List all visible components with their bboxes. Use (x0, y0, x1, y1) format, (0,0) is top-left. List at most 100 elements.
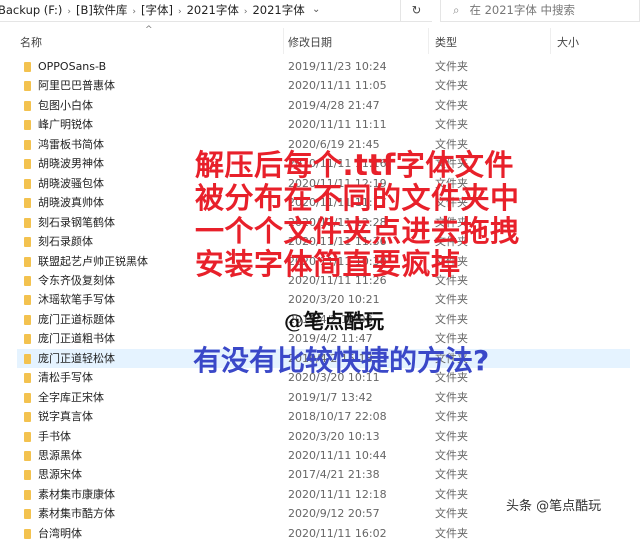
folder-icon (24, 198, 31, 209)
folder-icon (24, 489, 31, 500)
folder-icon (24, 451, 31, 461)
chevron-down-icon[interactable]: ⌄ (312, 0, 320, 20)
file-date: 2020/11/11 16:02 (288, 526, 387, 540)
file-row[interactable]: 包图小白体 2019/4/28 21:47 文件夹 (17, 96, 630, 115)
file-name: 清松手写体 (38, 371, 93, 385)
sort-caret-icon: ^ (145, 25, 153, 35)
file-type: 文件夹 (435, 468, 468, 482)
folder-icon (24, 139, 31, 150)
file-name: 素材集市酷方体 (38, 507, 115, 521)
folder-icon (24, 275, 31, 286)
file-row[interactable]: 峰广明锐体 2020/11/11 11:11 文件夹 (17, 115, 630, 134)
chevron-right-icon: › (177, 7, 182, 17)
file-row[interactable]: 手书体 2020/3/20 10:13 文件夹 (17, 427, 630, 446)
folder-icon (24, 217, 31, 228)
file-name: 胡晓波男神体 (38, 157, 104, 171)
column-divider[interactable] (550, 28, 551, 54)
file-date: 2020/11/11 10:44 (288, 449, 387, 462)
file-type: 文件夹 (435, 118, 468, 132)
file-name: 庞门正道粗书体 (38, 332, 115, 346)
file-date: 2019/4/28 21:47 (288, 98, 380, 112)
file-date: 2017/4/21 21:38 (288, 468, 380, 482)
folder-icon (24, 100, 31, 111)
file-name: 峰广明锐体 (38, 118, 93, 132)
file-type: 文件夹 (435, 526, 468, 540)
file-name: 庞门正道标题体 (38, 312, 115, 326)
file-date: 2018/10/17 22:08 (288, 410, 387, 424)
file-name: 素材集市康康体 (38, 487, 115, 501)
column-name[interactable]: 名称 (20, 34, 42, 50)
watermark: 头条 @笔点酷玩 (506, 499, 602, 514)
file-row[interactable]: 思源黑体 2020/11/11 10:44 文件夹 (17, 446, 630, 465)
folder-icon (24, 295, 31, 306)
file-type: 文件夹 (435, 429, 468, 443)
file-row[interactable]: 阿里巴巴普惠体 2020/11/11 11:05 文件夹 (17, 76, 630, 95)
refresh-icon[interactable]: ↻ (400, 0, 432, 22)
file-name: 思源宋体 (38, 468, 82, 482)
file-name: 阿里巴巴普惠体 (38, 79, 115, 93)
column-type[interactable]: 类型 (435, 34, 457, 50)
folder-icon (24, 314, 31, 325)
file-type: 文件夹 (435, 293, 468, 307)
file-date: 2019/11/23 10:24 (288, 60, 387, 73)
file-row[interactable]: OPPOSans-B 2019/11/23 10:24 文件夹 (17, 57, 630, 76)
file-type: 文件夹 (435, 79, 468, 93)
folder-icon (24, 334, 31, 345)
file-type: 文件夹 (435, 390, 468, 404)
file-row[interactable]: 锐字真言体 2018/10/17 22:08 文件夹 (17, 407, 630, 426)
file-name: 沐瑶软笔手写体 (38, 293, 115, 307)
folder-icon (24, 237, 31, 248)
folder-icon (24, 120, 31, 131)
folder-icon (24, 392, 31, 403)
file-row[interactable]: 台湾明体 2020/11/11 16:02 文件夹 (17, 524, 630, 543)
file-type: 文件夹 (435, 98, 468, 112)
column-divider[interactable] (283, 28, 284, 54)
file-name: 思源黑体 (38, 449, 82, 462)
file-name: 鸿雷板书简体 (38, 137, 104, 151)
file-type: 文件夹 (435, 60, 468, 73)
crumb[interactable]: Backup (F:) (0, 3, 62, 17)
folder-icon (24, 373, 31, 384)
column-size[interactable]: 大小 (557, 34, 579, 50)
folder-icon (24, 178, 31, 189)
breadcrumb: Backup (F:) › [B]软件库 › [字体] › 2021字体 › 2021字体 (0, 0, 305, 22)
file-name: 台湾明体 (38, 526, 82, 540)
folder-icon (24, 62, 31, 72)
file-date: 2019/1/7 13:42 (288, 390, 373, 404)
search-placeholder: 在 2021字体 中搜索 (469, 3, 576, 17)
file-name: 庞门正道轻松体 (38, 351, 115, 365)
crumb[interactable]: [字体] (141, 3, 173, 17)
address-bar[interactable]: Backup (F:) › [B]软件库 › [字体] › 2021字体 › 2021字体 ⌄ … (0, 0, 432, 22)
crumb[interactable]: [B]软件库 (76, 3, 127, 17)
file-date: 2020/11/11 11:11 (288, 118, 387, 132)
column-divider[interactable] (428, 28, 429, 54)
chevron-right-icon: › (67, 7, 71, 17)
folder-icon (24, 159, 31, 170)
chevron-right-icon: › (243, 7, 248, 17)
file-row[interactable]: 思源宋体 2017/4/21 21:38 文件夹 (17, 465, 630, 484)
search-icon: ⌕ (453, 3, 460, 17)
folder-icon (24, 256, 31, 267)
file-date: 2020/11/11 12:18 (288, 487, 387, 501)
crumb[interactable]: 2021字体 (187, 3, 239, 17)
column-date[interactable]: 修改日期 (288, 34, 332, 50)
search-input[interactable]: ⌕ 在 2021字体 中搜索 (440, 0, 640, 22)
file-type: 文件夹 (435, 507, 468, 521)
file-name: 全字库正宋体 (38, 390, 104, 404)
file-type: 文件夹 (435, 410, 468, 424)
file-type: 文件夹 (435, 312, 468, 326)
folder-icon (24, 431, 31, 442)
folder-icon (24, 528, 31, 539)
file-date: 2020/11/11 11:05 (288, 79, 387, 93)
file-row[interactable]: 全字库正宋体 2019/1/7 13:42 文件夹 (17, 388, 630, 407)
crumb[interactable]: 2021字体 (252, 3, 304, 17)
file-type: 文件夹 (435, 487, 468, 501)
file-name: 包图小白体 (38, 98, 93, 112)
file-name: OPPOSans-B (38, 60, 107, 73)
file-name: 锐字真言体 (38, 410, 93, 424)
folder-icon (24, 81, 31, 92)
overlay-text: 安装字体简直要疯掉 (195, 247, 461, 281)
folder-icon (24, 509, 31, 520)
question-text: 有没有比较快捷的方法? (193, 344, 490, 377)
file-name: 胡晓波骚包体 (38, 176, 104, 190)
